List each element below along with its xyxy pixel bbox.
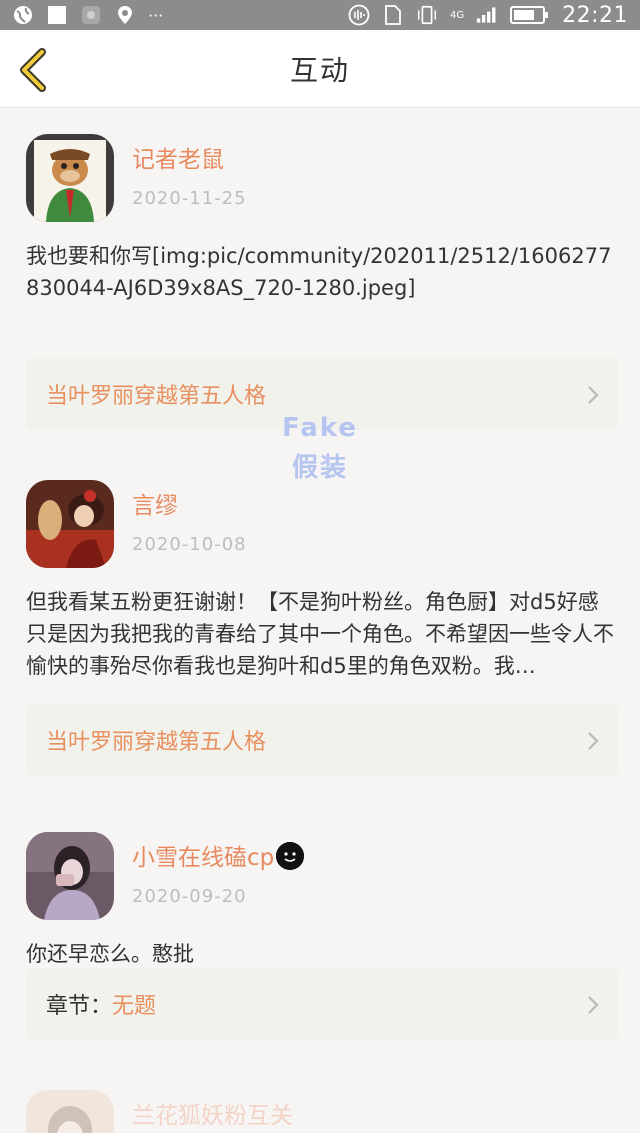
- post-username[interactable]: 小雪在线磕cp: [132, 838, 305, 873]
- location-pin-icon: [114, 4, 136, 26]
- watermark-line-2: 假装: [292, 453, 349, 483]
- avatar[interactable]: [26, 1090, 114, 1133]
- post-user-row: 兰花狐妖粉互关 2020-09-02: [0, 1090, 640, 1133]
- post-date: 2020-09-20: [132, 886, 247, 907]
- page-title: 互动: [289, 53, 350, 87]
- related-story-title: 当叶罗丽穿越第五人格: [46, 730, 267, 755]
- post-date: 2020-11-25: [132, 188, 247, 209]
- related-story-title: 当叶罗丽穿越第五人格: [46, 384, 267, 409]
- avatar[interactable]: [26, 480, 114, 568]
- post-user-row: 言缪 2020-10-08: [0, 480, 640, 576]
- post-user-row: 小雪在线磕cp 2020-09-20: [0, 832, 640, 928]
- list-item: 小雪在线磕cp 2020-09-20 你还早恋么。憨批 章节： 无题: [0, 806, 640, 1064]
- battery-icon: [510, 4, 550, 26]
- post-content: 我也要和你写[img:pic/community/202011/2512/160…: [26, 244, 612, 300]
- status-bar: ··· 4G 22:21: [0, 0, 640, 30]
- post-date: 2020-10-08: [132, 534, 247, 555]
- chapter-prefix: 章节：: [46, 994, 113, 1019]
- volte-icon: [348, 4, 370, 26]
- list-item: 言缪 2020-10-08 但我看某五粉更狂谢谢！【不是狗叶粉丝。角色厨】对d5…: [0, 454, 640, 806]
- post-username[interactable]: 言缪: [132, 486, 178, 520]
- post-content: 但我看某五粉更狂谢谢！【不是狗叶粉丝。角色厨】对d5好感只是因为我把我的青春给了…: [26, 590, 614, 678]
- chevron-right-icon: [588, 996, 599, 1014]
- back-button[interactable]: [16, 48, 56, 92]
- post-username-text: 小雪在线磕cp: [132, 845, 275, 871]
- interaction-feed: 记者老鼠 2020-11-25 我也要和你写[img:pic/community…: [0, 108, 640, 1133]
- notification-square-icon: [46, 4, 68, 26]
- chevron-right-icon: [588, 386, 599, 404]
- fake-watermark: Fake 假装: [282, 408, 358, 488]
- chapter-link[interactable]: 章节： 无题: [26, 968, 618, 1040]
- avatar[interactable]: [26, 134, 114, 222]
- post-username[interactable]: 记者老鼠: [132, 140, 224, 174]
- post-user-row: 记者老鼠 2020-11-25: [0, 134, 640, 230]
- smiley-face-icon: [276, 841, 305, 870]
- app-badge-icon: [80, 4, 102, 26]
- network-type-label: 4G: [449, 9, 465, 21]
- chapter-title: 无题: [112, 994, 157, 1019]
- signal-strength-icon: [476, 4, 498, 26]
- list-item: 兰花狐妖粉互关 2020-09-02: [0, 1064, 640, 1133]
- avatar[interactable]: [26, 832, 114, 920]
- vibrate-icon: [416, 4, 438, 26]
- post-content: 你还早恋么。憨批: [26, 942, 194, 966]
- watermark-line-1: Fake: [282, 413, 359, 443]
- page-header: 互动: [0, 30, 640, 108]
- nfc-icon: [382, 4, 404, 26]
- clock-time: 22:21: [562, 2, 628, 28]
- list-item: 记者老鼠 2020-11-25 我也要和你写[img:pic/community…: [0, 108, 640, 454]
- globe-icon: [12, 4, 34, 26]
- more-notifications-dots: ···: [148, 5, 164, 25]
- chevron-right-icon: [588, 732, 599, 750]
- related-story-link[interactable]: 当叶罗丽穿越第五人格: [26, 704, 618, 776]
- chevron-left-icon: [20, 48, 46, 92]
- post-username[interactable]: 兰花狐妖粉互关: [132, 1096, 293, 1130]
